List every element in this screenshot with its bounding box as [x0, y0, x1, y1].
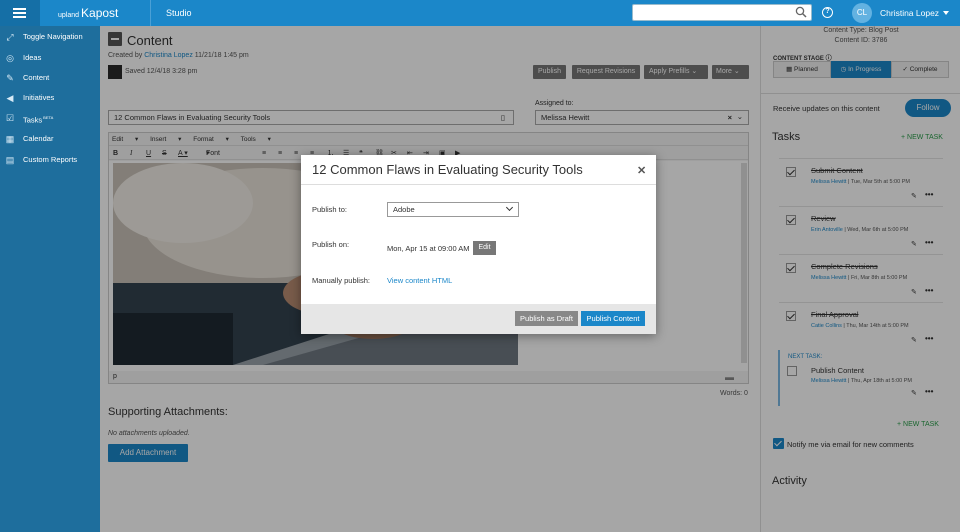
checklist-icon: ☑ — [5, 113, 15, 123]
pencil-icon: ✎ — [6, 73, 14, 83]
sidebar-item-label: Custom Reports — [23, 155, 78, 164]
avatar[interactable]: CL — [852, 3, 872, 23]
user-name[interactable]: Christina Lopez — [880, 8, 939, 18]
sidebar-item-label: Content — [23, 73, 50, 82]
studio-link[interactable]: Studio — [150, 0, 192, 26]
expand-icon: ⤢ — [6, 32, 14, 42]
search-input[interactable] — [632, 4, 812, 21]
modal-title: 12 Common Flaws in Evaluating Security T… — [312, 162, 583, 177]
sidebar-item-calendar[interactable]: ▦ Calendar — [0, 129, 100, 149]
publish-to-label: Publish to: — [312, 205, 348, 214]
modal-footer: Publish as Draft Publish Content — [301, 304, 656, 334]
sidebar-item-custom-reports[interactable]: ▤ Custom Reports — [0, 150, 100, 170]
sidebar: ⤢ Toggle Navigation ◎ Ideas ✎ Content ◀ Init… — [0, 26, 100, 532]
publish-on-label: Publish on: — [312, 240, 350, 249]
sidebar-item-label: Tasks — [23, 115, 43, 125]
logo-prefix: upland — [58, 12, 80, 19]
sidebar-item-label: Toggle Navigation — [23, 32, 83, 41]
sidebar-item-label: Ideas — [23, 53, 42, 62]
help-icon[interactable]: ? — [822, 7, 833, 18]
user-menu-caret-icon[interactable] — [943, 11, 949, 15]
lightbulb-icon: ◎ — [6, 53, 14, 63]
sidebar-item-tasks[interactable]: ☑ TasksBETA — [0, 108, 100, 128]
view-html-link[interactable]: View content HTML — [387, 276, 452, 285]
menu-icon[interactable] — [0, 0, 40, 26]
publish-to-value: Adobe — [393, 205, 415, 214]
chevron-down-icon — [505, 203, 514, 212]
logo-name: Kapost — [81, 6, 119, 20]
app-logo[interactable]: upland Kapost — [58, 6, 118, 20]
modal-header: 12 Common Flaws in Evaluating Security T… — [301, 155, 656, 185]
sidebar-item-initiatives[interactable]: ◀ Initiatives — [0, 88, 100, 108]
close-icon[interactable]: ✕ — [637, 164, 646, 177]
sidebar-item-content[interactable]: ✎ Content — [0, 68, 100, 88]
calendar-icon: ▦ — [5, 134, 15, 144]
beta-badge: BETA — [43, 115, 54, 120]
publish-to-select[interactable]: Adobe — [387, 202, 519, 217]
megaphone-icon: ◀ — [6, 93, 14, 103]
report-icon: ▤ — [5, 155, 15, 165]
sidebar-item-ideas[interactable]: ◎ Ideas — [0, 48, 100, 68]
sidebar-item-label: Initiatives — [23, 93, 55, 102]
publish-draft-button[interactable]: Publish as Draft — [515, 311, 578, 326]
top-bar: upland Kapost Studio ? CL Christina Lopez — [0, 0, 960, 26]
publish-modal: 12 Common Flaws in Evaluating Security T… — [301, 155, 656, 334]
publish-content-button[interactable]: Publish Content — [581, 311, 645, 326]
sidebar-item-toggle-navigation[interactable]: ⤢ Toggle Navigation — [0, 27, 100, 47]
publish-on-value: Mon, Apr 15 at 09:00 AM — [387, 244, 470, 253]
search-icon[interactable] — [795, 6, 807, 18]
edit-date-button[interactable]: Edit — [473, 241, 496, 255]
manual-publish-label: Manually publish: — [312, 276, 370, 285]
sidebar-item-label: Calendar — [23, 134, 54, 143]
